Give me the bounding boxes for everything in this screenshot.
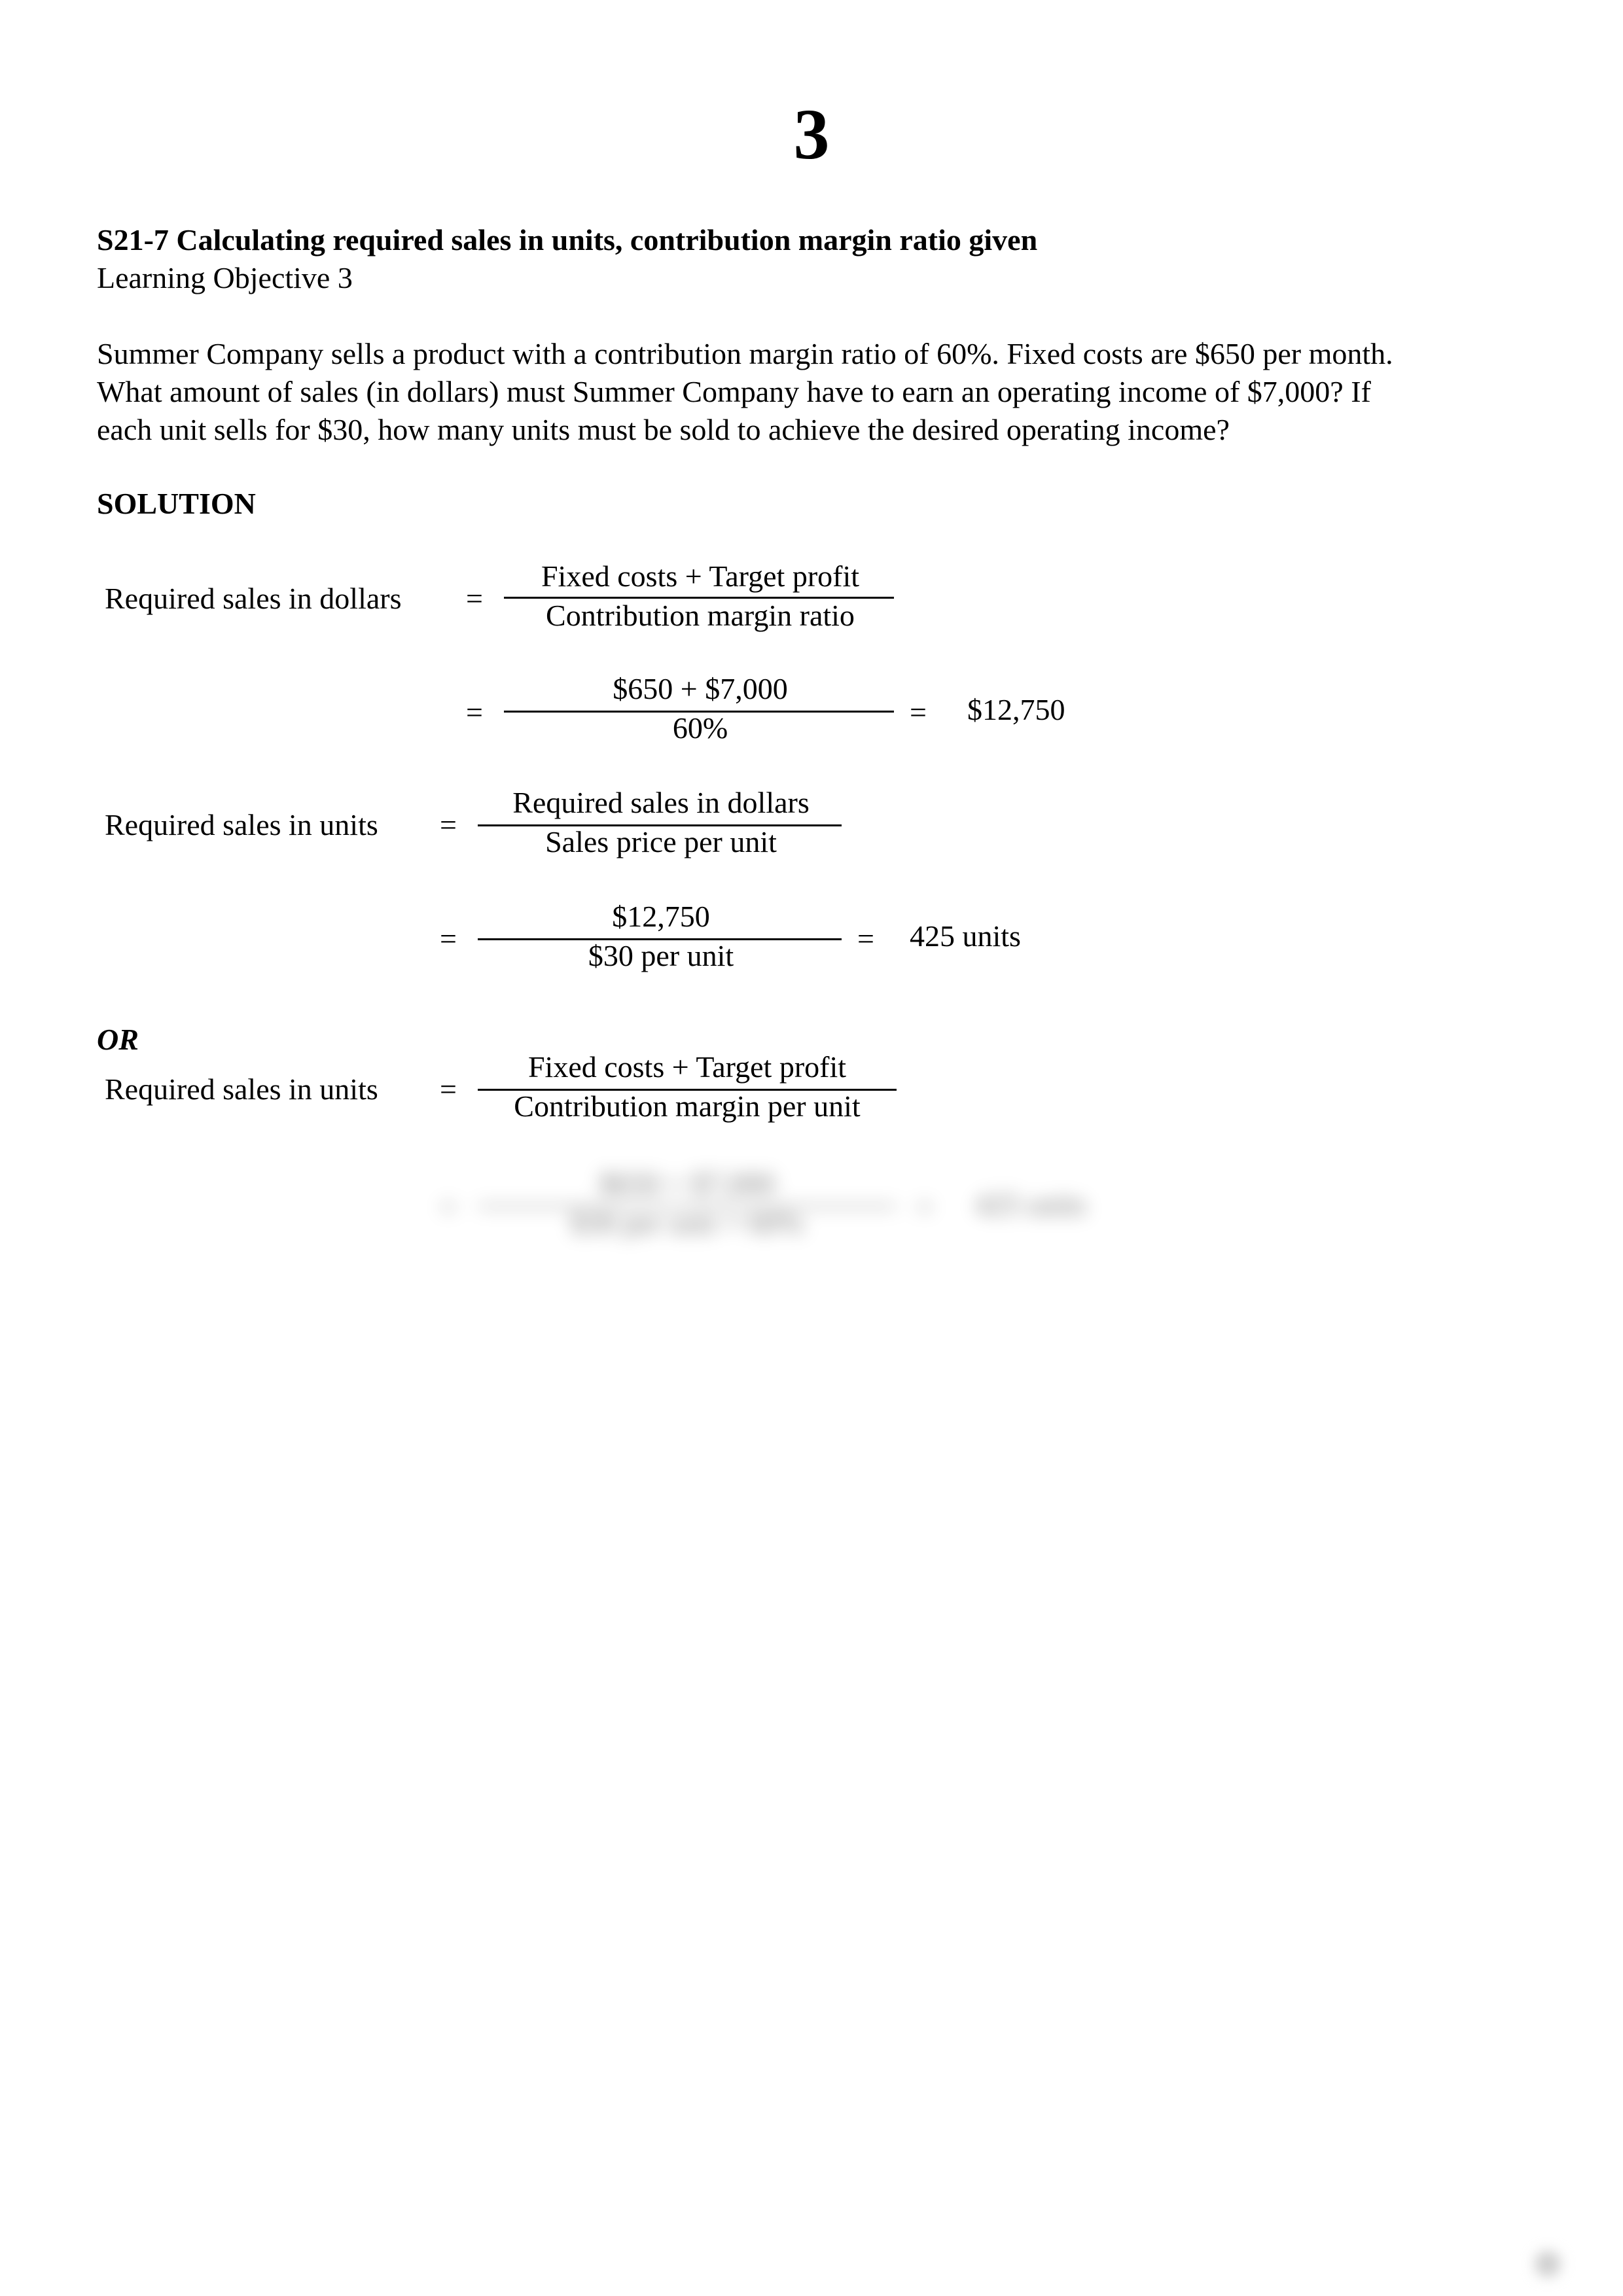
calculation-result: 425 units <box>975 1188 1086 1221</box>
page-number: 3 <box>793 94 830 174</box>
or-label: OR <box>97 1023 139 1056</box>
solution-heading: SOLUTION <box>97 487 256 520</box>
fraction-numerator: $650 + $7,000 <box>613 672 788 705</box>
exercise-title: S21-7 Calculating required sales in unit… <box>97 223 1038 256</box>
fraction-denominator: $30 per unit <box>588 939 734 972</box>
fraction-numerator: $12,750 <box>612 900 710 933</box>
equals-sign: = <box>440 1072 457 1106</box>
formula-label: Required sales in units <box>105 1072 378 1106</box>
formula-label: Required sales in dollars <box>105 582 402 615</box>
equals-sign: = <box>916 1190 933 1224</box>
fraction-denominator: $30 per unit × 60% <box>571 1206 804 1239</box>
equals-sign: = <box>440 808 457 841</box>
fraction-numerator: Required sales in dollars <box>512 786 810 819</box>
equals-sign: = <box>466 582 483 615</box>
equals-sign: = <box>440 922 457 955</box>
formula-label: Required sales in units <box>105 808 378 841</box>
fraction-denominator: Contribution margin per unit <box>514 1089 861 1123</box>
problem-line: each unit sells for $30, how many units … <box>97 413 1230 446</box>
learning-objective: Learning Objective 3 <box>97 261 353 294</box>
equals-sign: = <box>440 1190 457 1224</box>
problem-line: Summer Company sells a product with a co… <box>97 337 1393 370</box>
problem-line: What amount of sales (in dollars) must S… <box>97 375 1371 408</box>
fraction-denominator: 60% <box>672 711 728 745</box>
fraction-numerator: Fixed costs + Target profit <box>527 1050 847 1084</box>
fraction-denominator: Contribution margin ratio <box>546 599 855 632</box>
equals-sign: = <box>910 696 927 729</box>
problem-statement: Summer Company sells a product with a co… <box>97 335 1393 449</box>
calculation-result: $12,750 <box>967 693 1065 726</box>
equals-sign: = <box>857 922 874 955</box>
calculation-result: 425 units <box>910 919 1021 953</box>
fraction-numerator: $650 + $7,000 <box>599 1167 775 1200</box>
fraction-numerator: Fixed costs + Target profit <box>541 559 860 593</box>
equals-sign: = <box>466 696 483 729</box>
fraction-denominator: Sales price per unit <box>545 825 777 858</box>
blurred-footer-mark <box>1535 2251 1561 2277</box>
